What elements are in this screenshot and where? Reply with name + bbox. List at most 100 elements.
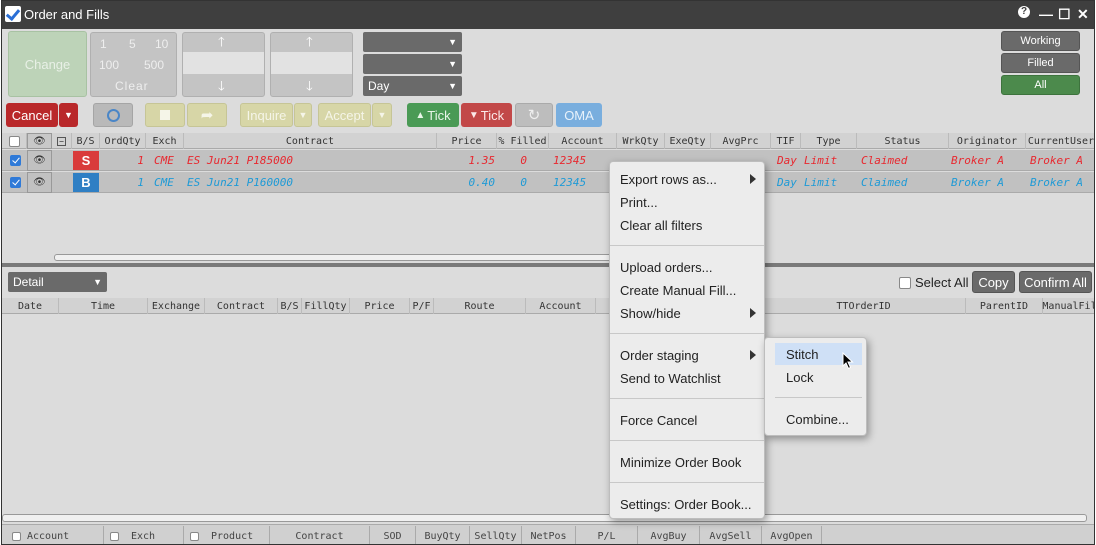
col-originator[interactable]: Originator [949,133,1026,149]
cancel-button[interactable]: Cancel [6,103,58,127]
menu-upload-orders[interactable]: Upload orders... [610,256,764,278]
copy-button[interactable]: Copy [972,271,1015,293]
select-all-checkbox[interactable] [8,135,20,147]
select-all-cell[interactable] [2,133,27,149]
col-tif[interactable]: TIF [771,133,801,149]
footer-col-contract[interactable]: Contract [270,526,370,544]
inquire-menu-button[interactable]: ▼ [294,103,312,127]
accept-button[interactable]: Accept [318,103,371,127]
cancel-menu-button[interactable]: ▼ [59,103,78,127]
footer-checkbox[interactable] [190,531,199,541]
maximize-icon[interactable]: ☐ [1058,5,1071,23]
order-row[interactable]: 👁 B 1 CME ES Jun21 P160000 0.40 0 12345 … [2,172,1094,193]
menu-force-cancel[interactable]: Force Cancel [610,409,764,431]
account-dropdown[interactable]: ▼ [363,32,462,52]
close-icon[interactable]: ✕ [1077,5,1089,23]
menu-minimize-order-book[interactable]: Minimize Order Book [610,451,764,473]
stop-button[interactable] [145,103,185,127]
footer-col-avgbuy[interactable]: AvgBuy [638,526,700,544]
select-all-fills-checkbox[interactable] [899,277,911,289]
refresh-button[interactable]: ↻ [515,103,553,127]
footer-col-sellqty[interactable]: SellQty [470,526,522,544]
footer-col-sod[interactable]: SOD [370,526,416,544]
footer-col-buyqty[interactable]: BuyQty [416,526,470,544]
help-icon[interactable]: ? [1018,6,1030,18]
qty-1-button[interactable]: 1 [100,37,107,51]
col-contract[interactable]: Contract [205,298,278,314]
footer-checkbox[interactable] [12,531,21,541]
change-button[interactable]: Change [8,31,87,97]
footer-checkbox[interactable] [110,531,119,541]
footer-col-pl[interactable]: P/L [576,526,638,544]
row-checkbox[interactable] [10,155,21,166]
col-parentid[interactable]: ParentID [966,298,1043,314]
menu-send-to-watchlist[interactable]: Send to Watchlist [610,367,764,389]
arrow-down-icon[interactable]: 🡓 [218,77,225,99]
history-button[interactable] [93,103,133,127]
col-account[interactable]: Account [549,133,617,149]
menu-settings-order-book[interactable]: Settings: Order Book... [610,493,764,515]
col-price[interactable]: Price [437,133,497,149]
menu-create-manual-fill[interactable]: Create Manual Fill... [610,279,764,301]
col-price[interactable]: Price [350,298,410,314]
footer-col-account[interactable]: Account [6,526,104,544]
qty-5-button[interactable]: 5 [129,37,136,51]
footer-col-netpos[interactable]: NetPos [522,526,576,544]
tif-dropdown[interactable]: Day ▼ [363,76,462,96]
col-exch[interactable]: Exch [146,133,184,149]
splitter[interactable] [2,263,1094,267]
col-avgprc[interactable]: AvgPrc [711,133,771,149]
footer-col-product[interactable]: Product [184,526,270,544]
submenu-combine[interactable]: Combine... [765,408,866,430]
col-fillqty[interactable]: FillQty [302,298,350,314]
col-manualfill[interactable]: ManualFil [1042,298,1094,314]
accept-menu-button[interactable]: ▼ [372,103,392,127]
detail-view-dropdown[interactable]: Detail ▼ [8,272,107,292]
col-status[interactable]: Status [857,133,949,149]
arrow-up-icon[interactable]: 🡑 [218,33,225,55]
col-date[interactable]: Date [2,298,59,314]
col-exchange[interactable]: Exchange [148,298,205,314]
footer-col-avgsell[interactable]: AvgSell [700,526,762,544]
qty-10-button[interactable]: 10 [155,37,168,51]
fills-horizontal-scrollbar[interactable] [2,514,1087,522]
oma-button[interactable]: OMA [556,103,602,127]
minimize-icon[interactable]: — [1039,5,1053,23]
menu-show-hide[interactable]: Show/hide [610,302,764,324]
menu-clear-filters[interactable]: Clear all filters [610,214,764,236]
confirm-all-button[interactable]: Confirm All [1019,271,1092,293]
filled-filter-button[interactable]: Filled [1001,53,1080,73]
collapse-header[interactable]: − [52,133,72,149]
col-wrkqty[interactable]: WrkQty [617,133,665,149]
visibility-header[interactable]: 👁 [27,133,52,149]
all-filter-button[interactable]: All [1001,75,1080,95]
order-row[interactable]: 👁 S 1 CME ES Jun21 P185000 1.35 0 12345 … [2,150,1094,171]
col-currentuser[interactable]: CurrentUser [1026,133,1094,149]
tick-up-button[interactable]: ▲ Tick [407,103,459,127]
order-type-dropdown[interactable]: ▼ [363,54,462,74]
working-filter-button[interactable]: Working [1001,31,1080,51]
qty-500-button[interactable]: 500 [144,58,164,72]
clear-button[interactable]: Clear [115,79,149,93]
col-type[interactable]: Type [801,133,857,149]
qty-100-button[interactable]: 100 [99,58,119,72]
footer-col-avgopen[interactable]: AvgOpen [762,526,822,544]
col-ttorderid[interactable]: TTOrderID [762,298,966,314]
menu-order-staging[interactable]: Order staging [610,344,764,366]
tick-down-button[interactable]: ▼ Tick [461,103,512,127]
orders-horizontal-scrollbar[interactable] [54,254,614,261]
col-exeqty[interactable]: ExeQty [665,133,711,149]
col-pf[interactable]: P/F [410,298,434,314]
row-checkbox[interactable] [10,177,21,188]
col-bs[interactable]: B/S [72,133,100,149]
col-time[interactable]: Time [59,298,148,314]
menu-export-rows[interactable]: Export rows as... [610,168,764,190]
footer-col-exch[interactable]: Exch [104,526,184,544]
eye-icon[interactable]: 👁 [27,150,52,171]
arrow-up-icon[interactable]: 🡑 [306,33,313,55]
col-contract[interactable]: Contract [184,133,437,149]
col-pct-filled[interactable]: % Filled [497,133,549,149]
qty-input[interactable] [271,52,352,74]
inquire-button[interactable]: Inquire [240,103,293,127]
col-route[interactable]: Route [434,298,526,314]
